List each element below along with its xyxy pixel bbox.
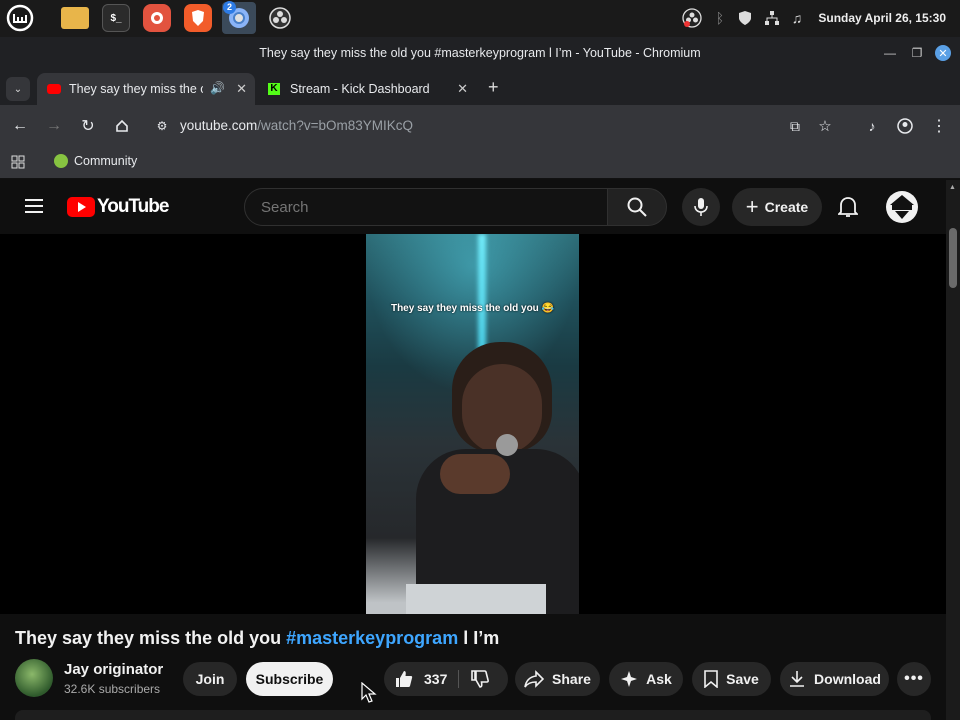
bluetooth-icon[interactable]: ᛒ (711, 9, 729, 27)
voice-search-button[interactable] (682, 188, 720, 226)
window-count-badge: 2 (223, 1, 236, 14)
brave-browser-icon[interactable] (184, 4, 212, 32)
youtube-header: YouTube + Create (0, 180, 946, 234)
obs-tray-icon[interactable] (681, 7, 703, 29)
channel-name[interactable]: Jay originator (64, 661, 163, 678)
share-icon (524, 670, 545, 688)
forward-icon[interactable]: → (44, 116, 64, 136)
subscribe-button[interactable]: Subscribe (246, 662, 333, 696)
window-title: They say they miss the old you #masterke… (259, 46, 701, 60)
scroll-up-icon[interactable]: ▲ (949, 184, 956, 191)
share-button[interactable]: Share (515, 662, 600, 696)
tab-strip: ⌄ They say they miss the old you 🔊 ✕ K S… (0, 69, 960, 105)
like-button[interactable]: 337 (394, 669, 447, 689)
person-hand (440, 454, 510, 494)
thumbs-up-icon (396, 671, 413, 687)
description-box-edge[interactable] (15, 710, 931, 720)
shield-update-icon[interactable] (736, 9, 754, 27)
sparkle-icon (621, 671, 638, 687)
microphone-icon (694, 198, 708, 216)
bookmark-icon (704, 670, 718, 688)
menu-kebab-icon[interactable]: ⋮ (929, 116, 949, 136)
mouse-cursor-icon (361, 681, 377, 709)
tab-label: Stream - Kick Dashboard (290, 82, 430, 96)
new-tab-icon[interactable]: + (488, 77, 499, 98)
close-window-icon[interactable]: ✕ (935, 45, 951, 61)
back-icon[interactable]: ← (10, 116, 30, 136)
folder-icon[interactable] (61, 7, 89, 29)
browser-toolbar: ← → ↻ ⚙ youtube.com/watch?v=bOm83YMIKcQ … (0, 105, 960, 147)
youtube-favicon (47, 84, 61, 94)
youtube-logo-icon (67, 197, 95, 217)
clock[interactable]: Sunday April 26, 15:30 (818, 11, 946, 25)
page-scrollbar[interactable]: ▲ (946, 180, 960, 720)
more-horizontal-icon: ••• (904, 670, 924, 687)
video-title: They say they miss the old you #masterke… (15, 628, 500, 648)
more-actions-button[interactable]: ••• (897, 662, 931, 696)
tab-youtube[interactable]: They say they miss the old you 🔊 ✕ (37, 73, 255, 105)
search-input[interactable] (261, 199, 581, 216)
microphone-in-video (496, 434, 518, 456)
account-avatar[interactable] (886, 191, 918, 223)
close-tab-icon[interactable]: ✕ (457, 81, 468, 97)
maximize-icon[interactable]: ❐ (909, 45, 925, 61)
community-favicon (54, 154, 68, 168)
kick-favicon: K (268, 83, 280, 95)
address-bar[interactable]: youtube.com/watch?v=bOm83YMIKcQ (180, 118, 413, 133)
hashtag-link[interactable]: #masterkeyprogram (286, 628, 458, 648)
plus-icon: + (745, 194, 759, 219)
reload-icon[interactable]: ↻ (78, 116, 98, 136)
firefox-like-browser-icon[interactable] (143, 4, 171, 32)
video-player[interactable]: They say they miss the old you 😂 (0, 234, 946, 614)
dislike-button[interactable] (470, 669, 490, 689)
minimize-icon[interactable]: — (882, 45, 898, 61)
ask-button[interactable]: Ask (609, 662, 683, 696)
bookmark-community[interactable]: Community (54, 154, 137, 168)
hamburger-menu-icon[interactable] (24, 198, 44, 219)
desk-surface (406, 584, 546, 614)
search-icon (627, 197, 647, 217)
search-button[interactable] (607, 188, 667, 226)
media-controls-icon[interactable]: ♪ (862, 116, 882, 136)
download-icon (790, 671, 805, 687)
subscriber-count: 32.6K subscribers (64, 682, 161, 696)
bookmarks-bar: Community (0, 147, 960, 179)
site-info-icon[interactable]: ⚙ (152, 116, 172, 136)
install-app-icon[interactable]: ⧉ (785, 116, 805, 136)
tab-search-icon[interactable]: ⌄ (6, 77, 30, 101)
like-divider (458, 670, 459, 688)
scrollbar-thumb[interactable] (949, 228, 957, 288)
close-tab-icon[interactable]: ✕ (236, 81, 247, 97)
download-button[interactable]: Download (780, 662, 889, 696)
music-note-icon[interactable]: ♫ (788, 9, 806, 27)
video-overlay-text: They say they miss the old you 😂 (390, 303, 555, 314)
window-titlebar: They say they miss the old you #masterke… (0, 37, 960, 69)
create-button[interactable]: + Create (732, 188, 822, 226)
network-icon[interactable] (763, 9, 781, 27)
channel-avatar[interactable] (15, 659, 53, 697)
terminal-icon[interactable]: $_ (102, 4, 130, 32)
profile-icon[interactable] (895, 116, 915, 136)
home-icon[interactable] (112, 116, 132, 136)
chromium-icon[interactable]: 2 (222, 1, 256, 34)
youtube-logo[interactable]: YouTube (67, 196, 169, 218)
save-button[interactable]: Save (692, 662, 771, 696)
tab-kick[interactable]: K Stream - Kick Dashboard ✕ (258, 73, 476, 105)
thumbs-down-icon (471, 670, 489, 688)
like-dislike-group: 337 (384, 662, 508, 696)
apps-grid-icon[interactable] (11, 155, 25, 169)
tab-label: They say they miss the old you (69, 82, 203, 96)
search-box[interactable] (244, 188, 608, 226)
notifications-bell-icon[interactable] (836, 196, 860, 223)
video-frame[interactable]: They say they miss the old you 😂 (366, 234, 579, 614)
join-button[interactable]: Join (183, 662, 237, 696)
audio-playing-icon[interactable]: 🔊 (210, 81, 225, 95)
os-taskbar: $_ 2 ᛒ ♫ Sunday April 26, 15:30 (0, 0, 960, 37)
obs-icon[interactable] (266, 4, 294, 32)
bookmark-star-icon[interactable]: ☆ (815, 116, 835, 136)
linux-mint-menu-icon[interactable] (6, 4, 34, 32)
